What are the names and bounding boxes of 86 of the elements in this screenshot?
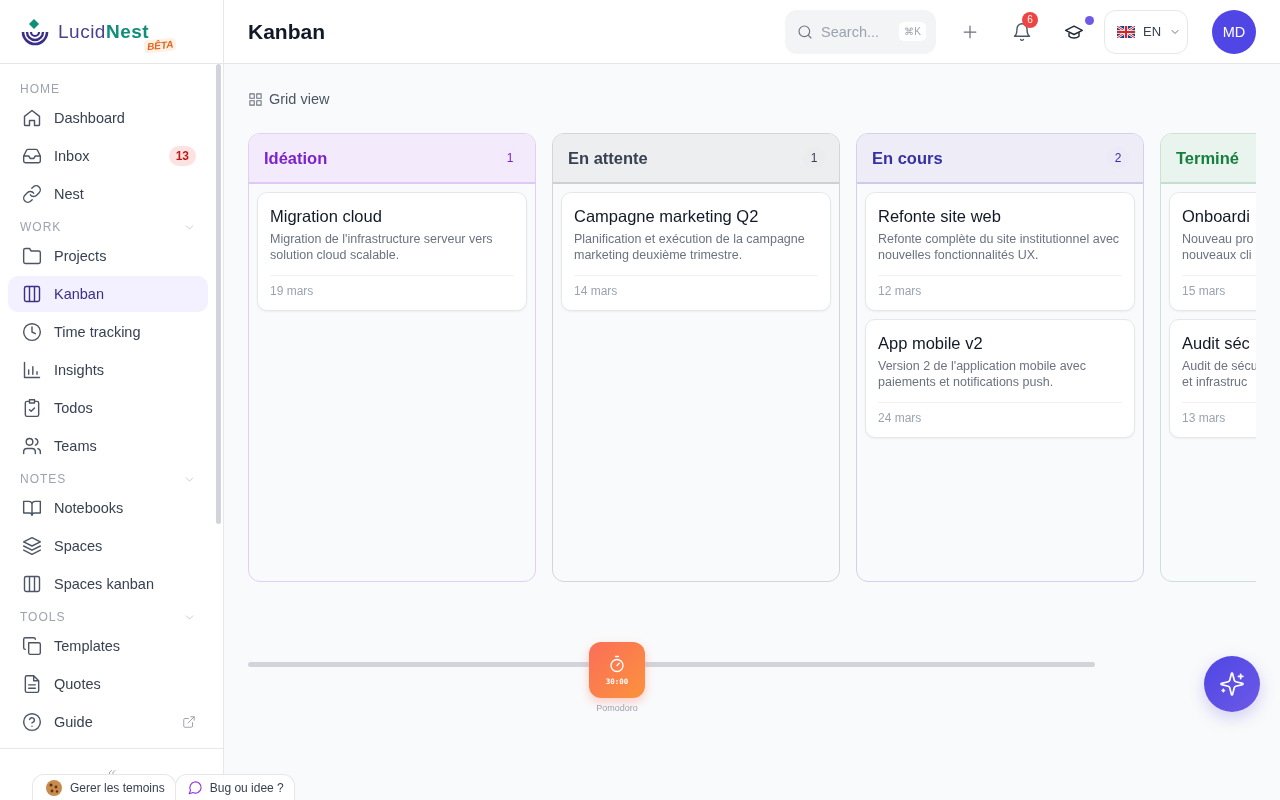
sidebar-item[interactable]: Dashboard — [8, 100, 208, 136]
pomodoro-label: Pomodoro — [596, 703, 638, 713]
shortcut-hint: ⌘K — [899, 22, 926, 41]
tray-icon — [22, 146, 42, 166]
sidebar-item[interactable]: Projects — [8, 238, 208, 274]
card-title: App mobile v2 — [878, 334, 984, 353]
sidebar-item[interactable]: Time tracking — [8, 314, 208, 350]
card-date: 19 mars — [270, 275, 514, 298]
sparkle-icon — [1219, 671, 1245, 697]
link-icon — [22, 184, 42, 204]
card-date: 13 mars — [1182, 402, 1256, 425]
sidebar-item[interactable]: Todos — [8, 390, 208, 426]
document-icon — [22, 674, 42, 694]
speech-bubble-icon — [187, 780, 203, 795]
ai-assistant-button[interactable] — [1204, 656, 1260, 712]
people-icon — [22, 436, 42, 456]
status-dot — [1085, 15, 1094, 25]
book-icon — [22, 498, 42, 518]
folder-icon — [22, 246, 42, 266]
card-title: Onboardi — [1182, 207, 1251, 226]
card-title: Campagne marketing Q2 — [574, 207, 760, 226]
stopwatch-icon — [608, 654, 626, 673]
column-title: En cours — [872, 148, 943, 168]
card-date: 14 mars — [574, 275, 818, 298]
sidebar-item[interactable]: Quotes — [8, 666, 208, 702]
copy-icon — [22, 636, 42, 656]
card-title: Refonte site web — [878, 207, 1002, 226]
clipboard-icon — [22, 398, 42, 418]
task-card[interactable]: Migration cloud Migration de l'infrastructure serveur vers solution cloud scalable. 19 mars — [257, 192, 527, 311]
flag-icon — [1117, 25, 1135, 38]
column-title: Terminé — [1176, 148, 1239, 168]
sidebar-item[interactable]: Notebooks — [8, 490, 208, 526]
task-card[interactable]: App mobile v2 Version 2 de l'application mobile avec paiements et notifications push. 24 mars — [865, 319, 1135, 438]
feedback-button[interactable]: Bug ou idee ? — [174, 774, 295, 800]
help-icon — [22, 712, 42, 732]
user-avatar[interactable]: MD — [1212, 9, 1256, 54]
beta-badge: BÊTA — [143, 37, 178, 54]
cookie-settings-button[interactable]: Gerer les temoins — [32, 774, 176, 800]
external-link-icon — [182, 715, 196, 729]
sidebar-item[interactable]: Inbox 13 — [8, 138, 208, 174]
language-button[interactable]: EN — [1104, 9, 1188, 54]
page-title: Kanban — [248, 19, 326, 44]
card-description: Version 2 de l'application mobile avec paiements et notifications push. — [878, 358, 1088, 390]
grid-view-toggle[interactable]: Grid view — [248, 89, 330, 109]
sidebar-item[interactable]: Spaces — [8, 528, 208, 564]
column-title: Idéation — [264, 148, 328, 168]
cookie-icon — [45, 778, 63, 797]
card-title: Migration cloud — [270, 207, 383, 226]
logo-icon — [20, 16, 50, 47]
sidebar-item[interactable]: Insights — [8, 352, 208, 388]
bar-chart-icon — [22, 360, 42, 380]
section-label: NOTES — [20, 472, 67, 486]
sidebar-item[interactable]: Nest — [8, 176, 208, 212]
card-description: Nouveau pro nouveaux cli — [1182, 231, 1255, 263]
house-icon — [22, 108, 42, 128]
card-description: Refonte complète du site institutionnel avec nouvelles fonctionnalités UX. — [878, 231, 1121, 263]
task-card[interactable]: Audit séc Audit de sécu et infrastruc 13 mars — [1169, 319, 1256, 438]
card-description: Audit de sécu et infrastruc — [1182, 358, 1256, 390]
notification-badge: 6 — [1022, 11, 1038, 28]
card-description: Planification et exécution de la campagne marketing deuxième trimestre. — [574, 231, 806, 263]
count-badge: 13 — [168, 146, 196, 166]
section-label: WORK — [20, 220, 62, 234]
card-date: 24 mars — [878, 402, 1122, 425]
notifications-button[interactable]: 6 — [1004, 13, 1040, 50]
sidebar-item[interactable]: Spaces kanban — [8, 566, 208, 602]
section-label: HOME — [20, 82, 60, 96]
card-title: Audit séc — [1182, 334, 1251, 353]
card-date: 12 mars — [878, 275, 1122, 298]
card-description: Migration de l'infrastructure serveur vers solution cloud scalable. — [270, 231, 494, 263]
grid-icon — [248, 91, 263, 107]
sidebar-item[interactable]: Kanban — [8, 276, 208, 312]
layers-icon — [22, 536, 42, 556]
task-card[interactable]: Campagne marketing Q2 Planification et exécution de la campagne marketing deuxième trimestre. 14 mars — [561, 192, 831, 311]
search-icon — [797, 23, 813, 40]
column-title: En attente — [568, 148, 648, 168]
sidebar-item[interactable]: Teams — [8, 428, 208, 464]
clock-icon — [22, 322, 42, 342]
task-card[interactable]: Onboardi Nouveau pro nouveaux cli 15 mars — [1169, 192, 1256, 311]
task-card[interactable]: Refonte site web Refonte complète du site institutionnel avec nouvelles fonctionnalités UX. 12 mars — [865, 192, 1135, 311]
bell-icon — [1012, 21, 1032, 42]
columns-icon — [22, 284, 42, 304]
sidebar-item[interactable]: Templates — [8, 628, 208, 664]
card-date: 15 mars — [1182, 275, 1256, 298]
sidebar-item[interactable]: Guide — [8, 704, 208, 740]
columns-icon — [22, 574, 42, 594]
section-label: TOOLS — [20, 610, 66, 624]
